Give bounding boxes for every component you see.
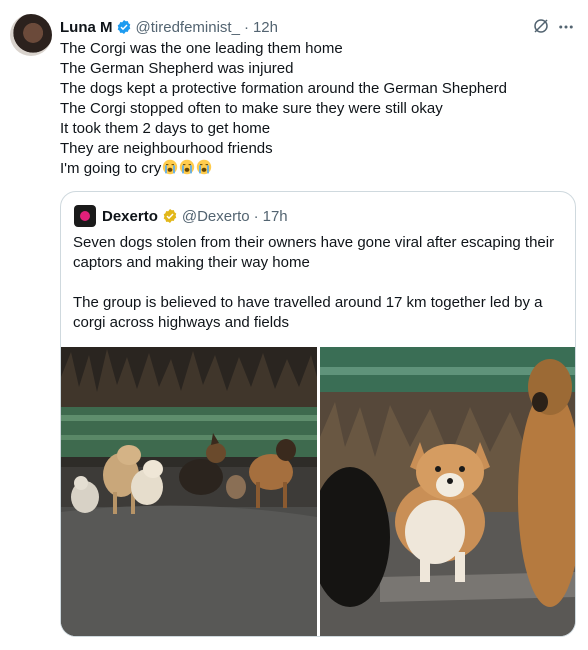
grok-icon[interactable] <box>532 17 550 35</box>
author-handle[interactable]: @tiredfeminist_ <box>136 19 240 36</box>
loudly-crying-face-icon <box>163 159 178 175</box>
media-grid <box>61 347 575 636</box>
quoted-paragraph: The group is believed to have travelled … <box>73 294 543 331</box>
timestamp[interactable]: 12h <box>253 19 278 36</box>
tweet-line-last: I'm going to cry <box>60 159 570 179</box>
more-icon[interactable] <box>556 18 576 36</box>
separator-dot: · <box>243 18 249 36</box>
tweet-line: The Corgi was the one leading them home <box>60 40 343 57</box>
loudly-crying-face-icon <box>180 159 195 175</box>
author-avatar[interactable] <box>10 14 52 56</box>
quoted-author-name[interactable]: Dexerto <box>102 208 158 225</box>
author-name[interactable]: Luna M <box>60 19 113 36</box>
loudly-crying-face-icon <box>197 159 212 175</box>
quoted-paragraph: Seven dogs stolen from their owners have… <box>73 234 555 271</box>
tweet-line: The Corgi stopped often to make sure the… <box>60 100 443 117</box>
quoted-avatar[interactable] <box>74 205 96 227</box>
quoted-tweet[interactable]: Dexerto @Dexerto · 17h Seven dogs stolen… <box>60 191 576 637</box>
tweet-line: The dogs kept a protective formation aro… <box>60 80 507 97</box>
quoted-timestamp[interactable]: 17h <box>263 208 288 225</box>
separator-dot: · <box>253 207 259 225</box>
tweet-text: The Corgi was the one leading them home … <box>60 39 570 179</box>
dogs-on-road-photo[interactable] <box>61 347 317 636</box>
tweet[interactable]: Luna M @tiredfeminist_ · 12h The Corgi w… <box>0 0 588 650</box>
quoted-text: Seven dogs stolen from their owners have… <box>73 233 563 353</box>
verified-badge-icon <box>117 20 130 34</box>
gold-verified-badge-icon <box>163 209 177 223</box>
tweet-line: They are neighbourhood friends <box>60 140 273 157</box>
quoted-handle[interactable]: @Dexerto <box>182 208 250 225</box>
tweet-line: The German Shepherd was injured <box>60 60 294 77</box>
tweet-line: It took them 2 days to get home <box>60 120 271 137</box>
quoted-header: Dexerto @Dexerto · 17h <box>102 205 288 227</box>
corgi-closeup-photo[interactable] <box>320 347 575 636</box>
tweet-header: Luna M @tiredfeminist_ · 12h <box>60 15 568 39</box>
tweet-line: I'm going to cry <box>60 160 162 177</box>
